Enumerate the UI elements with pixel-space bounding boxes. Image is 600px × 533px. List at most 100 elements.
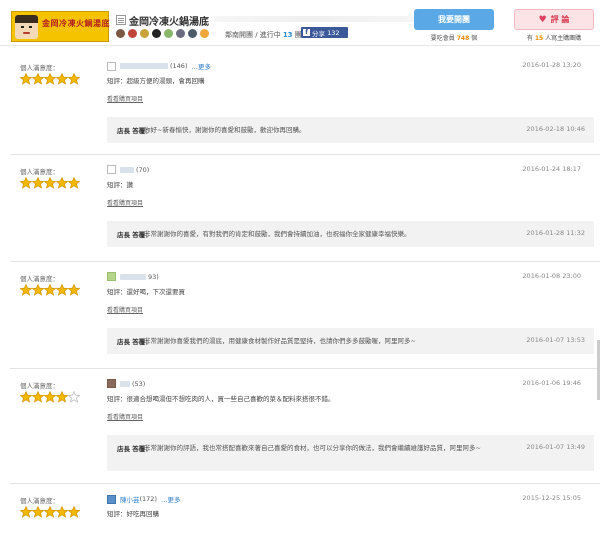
- star-filled-icon: [19, 390, 33, 403]
- reviewer-avatar[interactable]: [107, 165, 116, 174]
- star-filled-icon: [55, 72, 69, 85]
- active-count: 13: [282, 31, 293, 39]
- reviewer-avatar[interactable]: [107, 272, 116, 281]
- store-title[interactable]: 金岡冷凍火鍋湯底: [129, 13, 209, 28]
- view-purchase-link[interactable]: 看看購買項目: [107, 412, 143, 421]
- review-button[interactable]: ♥ 評 論: [514, 9, 594, 30]
- owner-reply: 店長 答覆： 你好~新春愉快，謝謝你的喜愛和鼓勵，歡迎你再回購。 2016-02…: [107, 117, 594, 143]
- member-avatar[interactable]: [200, 29, 209, 38]
- group-buy-meta: 鄰南開團 / 進行中 13 團: [225, 30, 302, 40]
- reviewer-name-blurred[interactable]: [120, 380, 130, 387]
- star-rating: [19, 390, 81, 403]
- star-filled-icon: [19, 505, 33, 518]
- star-empty-icon: [67, 390, 81, 403]
- meta-prefix: 鄰南開團 / 進行中: [225, 31, 281, 39]
- reply-date: 2016-01-28 11:32: [526, 229, 585, 237]
- reply-date: 2016-01-07 13:49: [526, 443, 585, 451]
- review-comment: 短評：超級方便的湯頭，會再回購: [107, 77, 205, 85]
- star-filled-icon: [31, 390, 45, 403]
- rating-label: 個人滿意度：: [20, 168, 59, 176]
- review-comment: 短評：好吃再回購: [107, 510, 159, 518]
- review-date: 2016-01-28 13:20: [522, 61, 581, 69]
- review-date: 2016-01-24 18:17: [522, 165, 581, 173]
- star-filled-icon: [67, 176, 81, 189]
- reviewer-name-blurred[interactable]: [120, 63, 168, 69]
- rating-label: 個人滿意度：: [20, 64, 59, 72]
- reviewer-avatar[interactable]: [107, 494, 116, 504]
- reply-text: 你好~新春愉快，謝謝你的喜愛和鼓勵，歡迎你再回購。: [144, 126, 306, 134]
- reply-text: 非常謝謝你的喜愛，有對我們的肯定和鼓勵，我們會持續加油，也祝福你全家健康幸福快樂…: [144, 230, 411, 238]
- review-button-label: 評 論: [550, 15, 570, 24]
- star-rating: [19, 176, 81, 189]
- reviewer-avatar[interactable]: [107, 379, 116, 388]
- star-filled-icon: [55, 390, 69, 403]
- review-item: 個人滿意度： (70) 2016-01-24 18:17 短評：讚 看看購買項目…: [10, 158, 600, 262]
- star-filled-icon: [55, 176, 69, 189]
- star-filled-icon: [19, 283, 33, 296]
- heart-icon: ♥: [538, 14, 547, 25]
- reply-date: 2016-01-07 13:53: [526, 336, 585, 344]
- reply-text: 非常謝謝你喜愛我們的湯底，用健康食材製作好品質是堅持，也請你們多多鼓勵喔，阿里阿…: [144, 337, 416, 345]
- reviewer-info: 93): [107, 272, 159, 281]
- store-logo[interactable]: 金岡冷凍火鍋湯底: [11, 11, 110, 42]
- logo-text: 金岡冷凍火鍋湯底: [42, 18, 110, 28]
- review-item: 個人滿意度： 93) 2016-01-08 23:00 短評：還好喝，下次還要買…: [10, 265, 600, 369]
- member-avatar[interactable]: [188, 29, 197, 38]
- member-avatar[interactable]: [116, 29, 125, 38]
- view-purchase-link[interactable]: 看看購買項目: [107, 305, 143, 314]
- review-item: 個人滿意度： (146) …更多 2016-01-28 13:20 短評：超級方…: [10, 54, 600, 155]
- owner-reply: 店長 答覆： 非常謝謝你的評語，我也常搭配喜歡來著自己喜愛的食材，也可以分享你的…: [107, 435, 594, 471]
- reviewer-info: 陳小芸 (172) …更多: [107, 494, 180, 504]
- member-avatars: [116, 29, 212, 38]
- review-date: 2016-01-06 19:46: [522, 379, 581, 387]
- facebook-share-button[interactable]: f 分享 132: [301, 27, 348, 38]
- member-avatar[interactable]: [164, 29, 173, 38]
- member-avatar[interactable]: [128, 29, 137, 38]
- store-header: 金岡冷凍火鍋湯底 金岡冷凍火鍋湯底 鄰南開團 / 進行中 13 團 f 分享 1…: [0, 0, 600, 46]
- star-rating: [19, 283, 81, 296]
- star-filled-icon: [31, 283, 45, 296]
- reviewer-name-blurred[interactable]: [120, 166, 134, 173]
- start-group-buy-button[interactable]: 我要開團: [414, 9, 494, 30]
- review-date: 2016-01-08 23:00: [522, 272, 581, 280]
- review-date: 2015-12-25 15:05: [522, 494, 581, 502]
- rating-label: 個人滿意度：: [20, 382, 59, 390]
- owner-reply: 店長 答覆： 非常謝謝你的喜愛，有對我們的肯定和鼓勵，我們會持續加油，也祝福你全…: [107, 221, 594, 247]
- star-filled-icon: [55, 283, 69, 296]
- logo-portrait-icon: [15, 15, 38, 39]
- star-rating: [19, 72, 81, 85]
- reviewer-avatar[interactable]: [107, 61, 116, 71]
- rating-label: 個人滿意度：: [20, 497, 59, 505]
- reply-text: 非常謝謝你的評語，我也常搭配喜歡來著自己喜愛的食材，也可以分享你的做法，我們會繼…: [144, 444, 481, 452]
- reviewer-name[interactable]: 陳小芸: [120, 494, 140, 504]
- star-filled-icon: [67, 283, 81, 296]
- review-comment: 短評：還好喝，下次還要買: [107, 288, 185, 296]
- star-filled-icon: [31, 505, 45, 518]
- star-filled-icon: [67, 72, 81, 85]
- reviewer-info: (53): [107, 379, 145, 388]
- share-label: 分享: [312, 29, 325, 38]
- view-purchase-link[interactable]: 看看購買項目: [107, 198, 143, 207]
- reviewer-info: (70): [107, 165, 149, 174]
- star-filled-icon: [43, 390, 57, 403]
- rating-label: 個人滿意度：: [20, 275, 59, 283]
- review-count-meta: 有 15 人寫主購團購: [526, 35, 582, 42]
- share-count: 132: [327, 28, 340, 37]
- reply-date: 2016-02-18 10:46: [526, 125, 585, 133]
- review-item: 個人滿意度： 陳小芸 (172) …更多 2015-12-25 15:05 短評…: [10, 487, 600, 533]
- member-avatar[interactable]: [140, 29, 149, 38]
- star-filled-icon: [43, 283, 57, 296]
- member-avatar[interactable]: [176, 29, 185, 38]
- blurred-header-text: [214, 16, 414, 22]
- reviewer-name-blurred[interactable]: [120, 273, 146, 280]
- more-link[interactable]: …更多: [191, 61, 211, 71]
- view-purchase-link[interactable]: 看看購買項目: [107, 94, 143, 103]
- star-filled-icon: [31, 72, 45, 85]
- more-link[interactable]: …更多: [161, 494, 181, 504]
- star-filled-icon: [43, 505, 57, 518]
- review-item: 個人滿意度： (53) 2016-01-06 19:46 短評：很適合想喝湯但不…: [10, 372, 600, 484]
- star-filled-icon: [19, 72, 33, 85]
- star-filled-icon: [67, 505, 81, 518]
- review-comment: 短評：很適合想喝湯但不想吃肉的人，買一些自己喜歡的菜＆配料來搭很不錯。: [107, 395, 335, 403]
- member-avatar[interactable]: [152, 29, 161, 38]
